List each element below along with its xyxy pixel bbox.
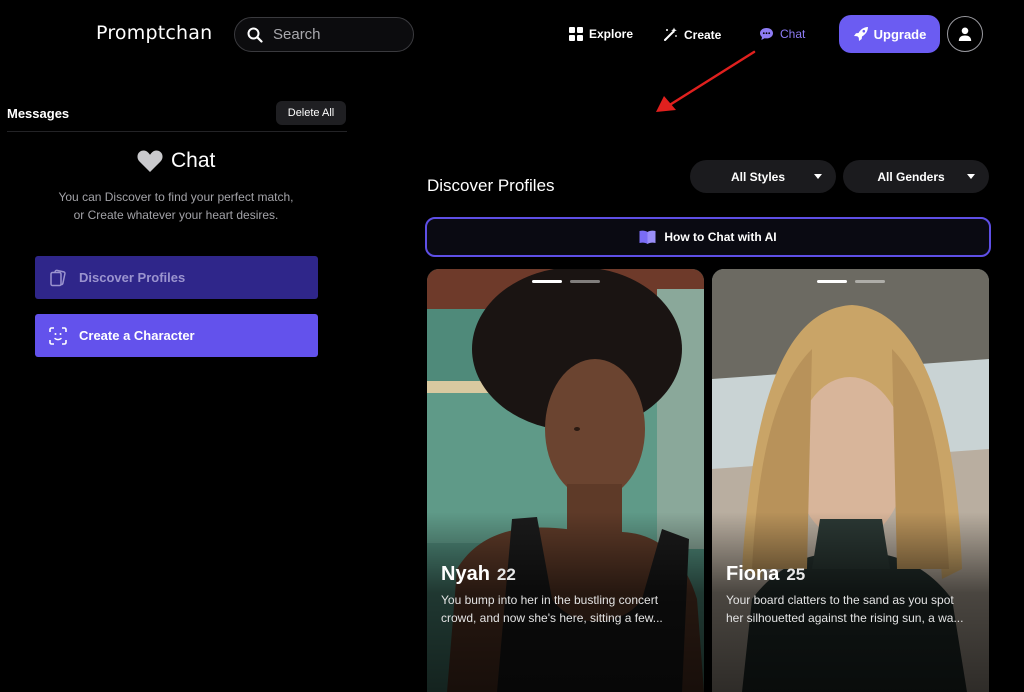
face-scan-icon bbox=[49, 326, 67, 345]
chat-heading: Chat bbox=[137, 149, 215, 173]
genders-filter-dropdown[interactable]: All Genders bbox=[843, 160, 989, 193]
heart-icon bbox=[137, 149, 163, 172]
upgrade-button[interactable]: Upgrade bbox=[839, 15, 940, 53]
photo-carousel-indicator bbox=[528, 280, 604, 283]
photo-carousel-indicator bbox=[813, 280, 889, 283]
profile-name-row: Fiona 25 bbox=[726, 563, 805, 586]
page-title: Discover Profiles bbox=[427, 176, 555, 195]
nav-create-label: Create bbox=[684, 27, 722, 42]
discover-profiles-label: Discover Profiles bbox=[79, 270, 186, 285]
nav-chat[interactable]: Chat bbox=[759, 27, 805, 41]
create-character-button[interactable]: Create a Character bbox=[35, 314, 318, 357]
nav-chat-label: Chat bbox=[780, 27, 806, 41]
rocket-icon bbox=[853, 27, 868, 41]
profile-description: Your board clatters to the sand as you s… bbox=[726, 593, 964, 625]
delete-all-button[interactable]: Delete All bbox=[276, 101, 346, 125]
how-to-chat-button[interactable]: How to Chat with AI bbox=[425, 217, 991, 257]
account-button[interactable] bbox=[947, 16, 983, 52]
styles-filter-dropdown[interactable]: All Styles bbox=[690, 160, 836, 193]
chat-bubble-icon bbox=[759, 27, 774, 41]
grid-icon bbox=[569, 27, 583, 41]
messages-title: Messages bbox=[7, 106, 70, 121]
app-logo[interactable]: Promptchan bbox=[96, 22, 212, 44]
nav-create[interactable]: Create bbox=[663, 27, 721, 42]
sidebar-divider bbox=[7, 131, 347, 132]
annotation-arrow bbox=[656, 50, 756, 112]
chevron-down-icon bbox=[967, 174, 975, 179]
user-icon bbox=[958, 27, 972, 41]
discover-profiles-button[interactable]: Discover Profiles bbox=[35, 256, 318, 299]
profile-age: 25 bbox=[786, 565, 806, 584]
nav-explore[interactable]: Explore bbox=[569, 27, 633, 41]
chevron-down-icon bbox=[814, 174, 822, 179]
search-bar[interactable] bbox=[234, 17, 414, 52]
carousel-dot[interactable] bbox=[531, 280, 562, 283]
chat-heading-label: Chat bbox=[171, 149, 216, 172]
how-to-chat-label: How to Chat with AI bbox=[664, 230, 777, 244]
profile-description: You bump into her in the bustling concer… bbox=[441, 593, 663, 625]
nav-explore-label: Explore bbox=[589, 27, 634, 41]
carousel-dot[interactable] bbox=[569, 280, 600, 283]
carousel-dot[interactable] bbox=[816, 280, 847, 283]
genders-filter-value: All Genders bbox=[877, 169, 945, 184]
create-character-label: Create a Character bbox=[79, 328, 195, 343]
search-icon bbox=[247, 27, 263, 43]
magic-wand-icon bbox=[663, 27, 678, 42]
carousel-dot[interactable] bbox=[854, 280, 885, 283]
profile-name-row: Nyah 22 bbox=[441, 563, 516, 586]
styles-filter-value: All Styles bbox=[730, 169, 786, 184]
profile-card[interactable]: Nyah 22 You bump into her in the bustlin… bbox=[427, 269, 704, 692]
cards-icon bbox=[50, 269, 66, 286]
profile-name: Nyah bbox=[441, 563, 490, 585]
search-input[interactable] bbox=[273, 26, 403, 43]
chat-description: You can Discover to find your perfect ma… bbox=[58, 190, 294, 222]
book-icon bbox=[639, 230, 656, 244]
profile-name: Fiona bbox=[726, 563, 780, 585]
profile-card[interactable]: Fiona 25 Your board clatters to the sand… bbox=[712, 269, 989, 692]
upgrade-label: Upgrade bbox=[873, 26, 927, 42]
profile-age: 22 bbox=[496, 565, 516, 584]
